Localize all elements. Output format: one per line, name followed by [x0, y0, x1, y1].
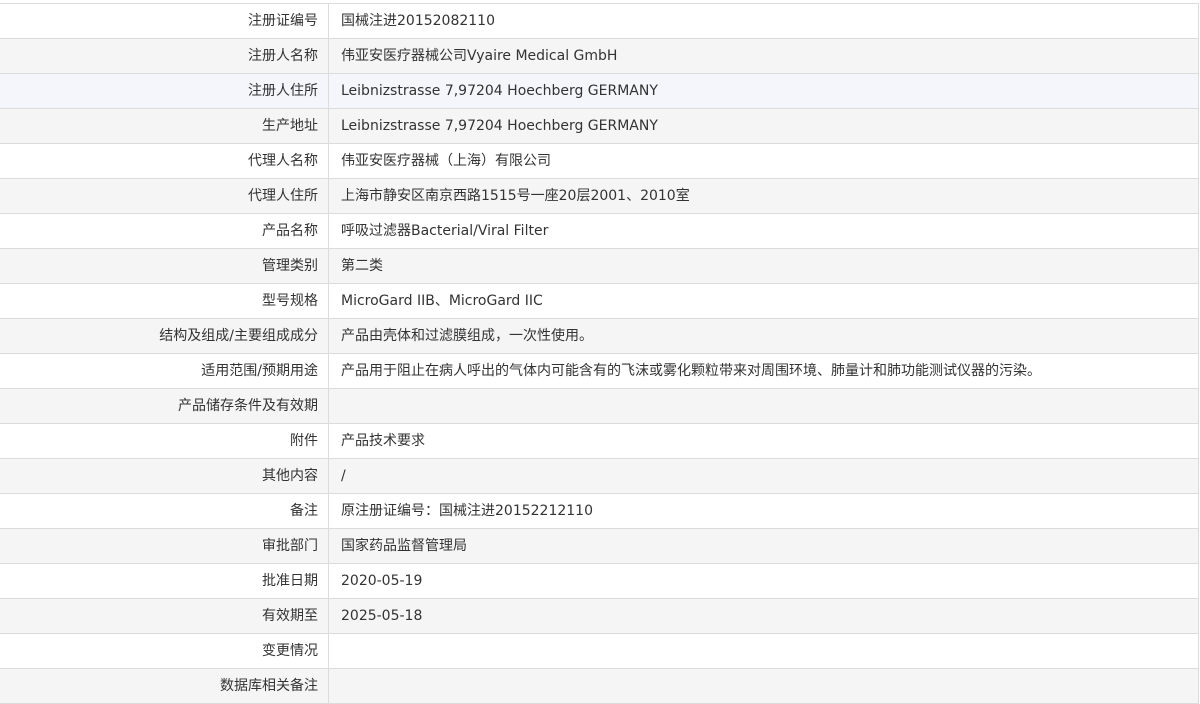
field-label: 结构及组成/主要组成成分	[0, 318, 329, 354]
field-value: 2025-05-18	[328, 598, 1199, 634]
field-value: 国械注进20152082110	[328, 3, 1199, 39]
table-row-registrant-name: 注册人名称 伟亚安医疗器械公司Vyaire Medical GmbH	[0, 38, 1199, 74]
field-label: 注册证编号	[0, 3, 329, 39]
field-label: 管理类别	[0, 248, 329, 284]
table-row-model-spec: 型号规格 MicroGard IIB、MicroGard IIC	[0, 283, 1199, 319]
table-row-product-name: 产品名称 呼吸过滤器Bacterial/Viral Filter	[0, 213, 1199, 249]
field-label: 代理人住所	[0, 178, 329, 214]
registration-record-table: 注册证编号 国械注进20152082110 注册人名称 伟亚安医疗器械公司Vya…	[0, 3, 1199, 704]
field-value: /	[328, 458, 1199, 494]
field-value: 产品由壳体和过滤膜组成，一次性使用。	[328, 318, 1199, 354]
table-row-change-status: 变更情况	[0, 633, 1199, 669]
table-row-attachment: 附件 产品技术要求	[0, 423, 1199, 459]
field-value: 第二类	[328, 248, 1199, 284]
field-label: 变更情况	[0, 633, 329, 669]
table-row-agent-address: 代理人住所 上海市静安区南京西路1515号一座20层2001、2010室	[0, 178, 1199, 214]
field-value: 产品技术要求	[328, 423, 1199, 459]
field-value	[328, 668, 1199, 704]
table-row-registrant-address: 注册人住所 Leibnizstrasse 7,97204 Hoechberg G…	[0, 73, 1199, 109]
field-value	[328, 633, 1199, 669]
field-label: 批准日期	[0, 563, 329, 599]
table-row-production-address: 生产地址 Leibnizstrasse 7,97204 Hoechberg GE…	[0, 108, 1199, 144]
field-label: 审批部门	[0, 528, 329, 564]
field-value: Leibnizstrasse 7,97204 Hoechberg GERMANY	[328, 73, 1199, 109]
field-value: 呼吸过滤器Bacterial/Viral Filter	[328, 213, 1199, 249]
field-label: 附件	[0, 423, 329, 459]
table-row-intended-use: 适用范围/预期用途 产品用于阻止在病人呼出的气体内可能含有的飞沫或雾化颗粒带来对…	[0, 353, 1199, 389]
table-row-valid-until: 有效期至 2025-05-18	[0, 598, 1199, 634]
table-row-other-content: 其他内容 /	[0, 458, 1199, 494]
field-label: 适用范围/预期用途	[0, 353, 329, 389]
field-value: MicroGard IIB、MicroGard IIC	[328, 283, 1199, 319]
field-label: 产品储存条件及有效期	[0, 388, 329, 424]
table-row-management-category: 管理类别 第二类	[0, 248, 1199, 284]
table-row-structure-composition: 结构及组成/主要组成成分 产品由壳体和过滤膜组成，一次性使用。	[0, 318, 1199, 354]
table-row-remarks: 备注 原注册证编号：国械注进20152212110	[0, 493, 1199, 529]
field-label: 有效期至	[0, 598, 329, 634]
field-value: 国家药品监督管理局	[328, 528, 1199, 564]
field-value: 2020-05-19	[328, 563, 1199, 599]
field-value: 伟亚安医疗器械（上海）有限公司	[328, 143, 1199, 179]
field-label: 产品名称	[0, 213, 329, 249]
field-value	[328, 388, 1199, 424]
field-label: 型号规格	[0, 283, 329, 319]
field-label: 注册人住所	[0, 73, 329, 109]
field-label: 其他内容	[0, 458, 329, 494]
field-value: Leibnizstrasse 7,97204 Hoechberg GERMANY	[328, 108, 1199, 144]
field-label: 数据库相关备注	[0, 668, 329, 704]
field-label: 生产地址	[0, 108, 329, 144]
table-row-registration-number: 注册证编号 国械注进20152082110	[0, 3, 1199, 39]
field-label: 代理人名称	[0, 143, 329, 179]
field-label: 注册人名称	[0, 38, 329, 74]
field-value: 伟亚安医疗器械公司Vyaire Medical GmbH	[328, 38, 1199, 74]
field-value: 上海市静安区南京西路1515号一座20层2001、2010室	[328, 178, 1199, 214]
table-row-agent-name: 代理人名称 伟亚安医疗器械（上海）有限公司	[0, 143, 1199, 179]
field-label: 备注	[0, 493, 329, 529]
table-row-database-remarks: 数据库相关备注	[0, 668, 1199, 704]
table-row-approval-date: 批准日期 2020-05-19	[0, 563, 1199, 599]
field-value: 原注册证编号：国械注进20152212110	[328, 493, 1199, 529]
table-row-storage-conditions: 产品储存条件及有效期	[0, 388, 1199, 424]
field-value: 产品用于阻止在病人呼出的气体内可能含有的飞沫或雾化颗粒带来对周围环境、肺量计和肺…	[328, 353, 1199, 389]
table-row-approval-department: 审批部门 国家药品监督管理局	[0, 528, 1199, 564]
